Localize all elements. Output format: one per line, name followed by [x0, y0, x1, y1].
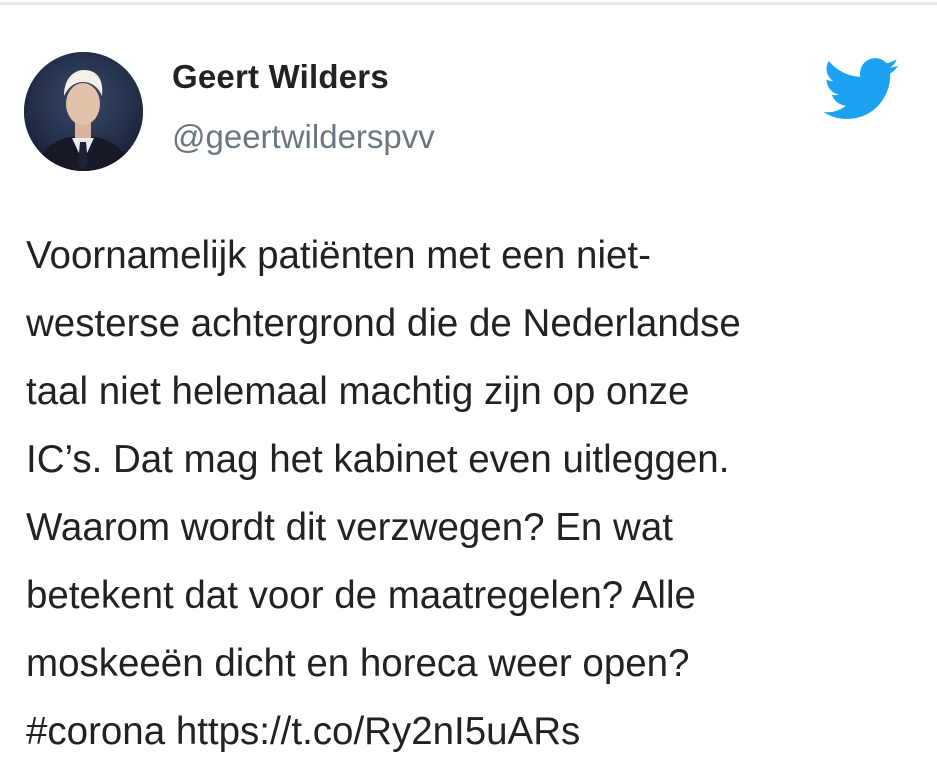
twitter-bird-icon-graphic — [823, 58, 899, 119]
author-name[interactable]: Geert Wilders — [172, 58, 389, 96]
twitter-bird-icon[interactable] — [823, 58, 900, 120]
tweet-card: Geert Wilders @geertwilderspvv Voornamel… — [0, 0, 937, 762]
avatar[interactable] — [24, 52, 143, 171]
tweet-text: Voornamelijk patiënten met een niet- wes… — [26, 234, 741, 753]
avatar-portrait — [24, 52, 143, 171]
author-handle[interactable]: @geertwilderspvv — [172, 118, 435, 156]
